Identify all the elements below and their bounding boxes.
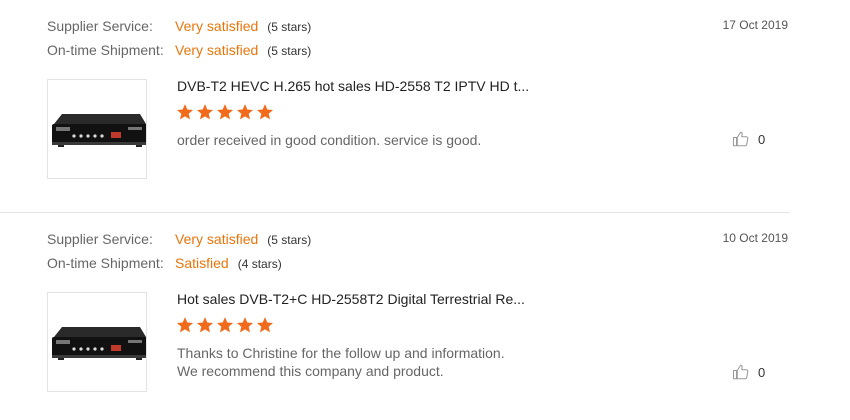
star-icon xyxy=(196,317,214,333)
review-comment: order received in good condition. servic… xyxy=(177,131,697,149)
supplier-service-rating: Supplier Service: Very satisfied (5 star… xyxy=(47,231,311,247)
supplier-service-label: Supplier Service: xyxy=(47,231,153,247)
star-icon xyxy=(216,104,234,120)
star-icon xyxy=(256,317,274,333)
star-icon xyxy=(176,317,194,333)
supplier-service-rating: Supplier Service: Very satisfied (5 star… xyxy=(47,18,311,34)
ontime-shipment-rating: On-time Shipment: Very satisfied (5 star… xyxy=(47,42,311,58)
thumbs-up-icon xyxy=(732,364,749,380)
set-top-box-image xyxy=(52,327,146,360)
ontime-shipment-label: On-time Shipment: xyxy=(47,42,164,58)
star-icon xyxy=(196,104,214,120)
star-icon xyxy=(236,317,254,333)
supplier-service-value: Very satisfied xyxy=(175,231,259,247)
ontime-shipment-label: On-time Shipment: xyxy=(47,255,164,271)
comment-line: Thanks to Christine for the follow up an… xyxy=(177,345,505,361)
ontime-shipment-value: Very satisfied xyxy=(175,42,259,58)
set-top-box-image xyxy=(52,114,146,147)
product-title[interactable]: DVB-T2 HEVC H.265 hot sales HD-2558 T2 I… xyxy=(177,78,529,94)
star-icon xyxy=(256,104,274,120)
supplier-service-label: Supplier Service: xyxy=(47,18,153,34)
thumbs-up-icon xyxy=(732,131,749,147)
ontime-shipment-stars: (4 stars) xyxy=(237,257,282,271)
supplier-service-value: Very satisfied xyxy=(175,18,259,34)
comment-line: order received in good condition. servic… xyxy=(177,132,482,148)
review-item: Supplier Service: Very satisfied (5 star… xyxy=(0,0,850,212)
supplier-service-stars: (5 stars) xyxy=(267,20,312,34)
star-icon xyxy=(176,104,194,120)
product-image[interactable] xyxy=(47,292,147,392)
star-rating xyxy=(176,103,274,121)
comment-line: We recommend this company and product. xyxy=(177,363,444,379)
review-date: 17 Oct 2019 xyxy=(722,18,788,32)
review-date: 10 Oct 2019 xyxy=(722,231,788,245)
review-item: Supplier Service: Very satisfied (5 star… xyxy=(0,213,850,420)
ontime-shipment-rating: On-time Shipment: Satisfied (4 stars) xyxy=(47,255,282,271)
like-button[interactable]: 0 xyxy=(732,130,765,148)
star-icon xyxy=(216,317,234,333)
review-comment: Thanks to Christine for the follow up an… xyxy=(177,344,697,380)
like-count: 0 xyxy=(758,364,766,380)
product-title[interactable]: Hot sales DVB-T2+C HD-2558T2 Digital Ter… xyxy=(177,291,525,307)
star-icon xyxy=(236,104,254,120)
ontime-shipment-value: Satisfied xyxy=(175,255,229,271)
supplier-service-stars: (5 stars) xyxy=(267,233,312,247)
star-rating xyxy=(176,316,274,334)
like-count: 0 xyxy=(758,131,766,147)
like-button[interactable]: 0 xyxy=(732,363,765,381)
product-image[interactable] xyxy=(47,79,147,179)
ontime-shipment-stars: (5 stars) xyxy=(267,44,312,58)
